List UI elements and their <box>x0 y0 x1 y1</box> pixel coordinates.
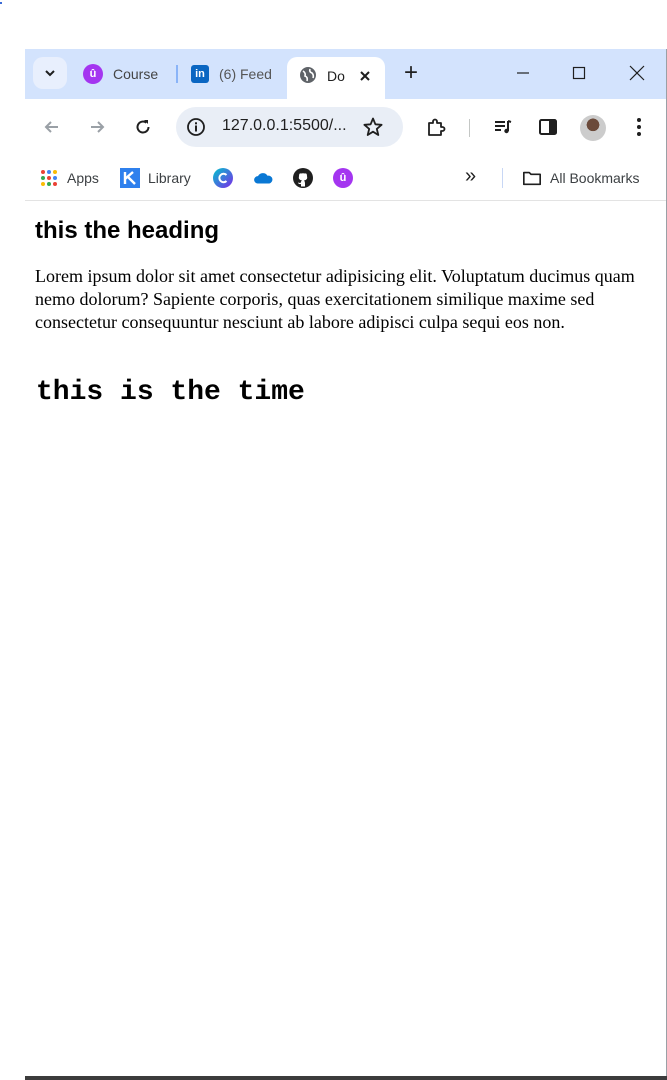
puzzle-icon <box>428 118 446 136</box>
bookmark-canva[interactable] <box>213 167 241 189</box>
library-icon <box>120 168 140 188</box>
tab-active[interactable]: Do <box>287 57 385 99</box>
tab-label: Do <box>327 68 345 84</box>
arrow-left-icon <box>44 121 58 133</box>
time-text: this is the time <box>36 377 305 408</box>
browser-window: û Course in (6) Feed Do + 127.0.0.1:5500… <box>25 49 667 1076</box>
side-panel-icon <box>539 119 557 135</box>
tab-course[interactable]: û Course <box>83 57 163 91</box>
tab-strip: û Course in (6) Feed Do + <box>25 49 666 99</box>
back-button[interactable] <box>38 113 66 141</box>
bookmarks-bar: Apps Library û » All Bookmarks <box>25 155 666 201</box>
bookmark-separator <box>502 168 503 188</box>
page-paragraph: Lorem ipsum dolor sit amet consectetur a… <box>35 266 635 332</box>
reload-button[interactable] <box>129 113 157 141</box>
more-vert-icon <box>637 118 641 136</box>
side-panel-button[interactable] <box>534 113 562 141</box>
extensions-button[interactable] <box>422 113 450 141</box>
udemy-icon: û <box>333 168 353 188</box>
bookmark-label: All Bookmarks <box>550 170 640 186</box>
new-tab-button[interactable]: + <box>391 59 431 87</box>
github-icon <box>293 168 313 188</box>
menu-button[interactable] <box>625 113 653 141</box>
arrow-right-icon <box>91 121 105 133</box>
chevron-down-icon <box>45 70 55 77</box>
profile-avatar[interactable] <box>580 115 606 141</box>
folder-icon <box>522 168 542 188</box>
corner-artifact <box>0 2 2 4</box>
url-text[interactable]: 127.0.0.1:5500/... <box>222 117 347 135</box>
bookmark-label: Library <box>148 170 191 186</box>
bookmarks-overflow-button[interactable]: » <box>465 165 476 187</box>
close-window-button[interactable] <box>617 59 657 87</box>
tab-search-button[interactable] <box>33 57 67 89</box>
minimize-icon <box>517 72 529 74</box>
close-icon[interactable] <box>357 68 373 84</box>
bookmark-apps[interactable]: Apps <box>39 167 99 189</box>
linkedin-icon: in <box>191 65 209 83</box>
tab-separator <box>176 65 178 83</box>
bookmark-label: Apps <box>67 170 99 186</box>
playlist-icon <box>495 120 512 134</box>
maximize-button[interactable] <box>559 59 599 87</box>
bookmark-library[interactable]: Library <box>120 167 191 189</box>
tab-label: Course <box>113 66 159 82</box>
forward-button[interactable] <box>83 113 111 141</box>
close-icon <box>629 65 645 81</box>
bookmark-github[interactable] <box>293 167 321 189</box>
udemy-icon: û <box>83 64 103 84</box>
all-bookmarks-button[interactable]: All Bookmarks <box>522 167 639 189</box>
apps-grid-icon <box>39 168 59 188</box>
double-chevron-icon: » <box>465 164 477 187</box>
taskbar-edge <box>25 1076 667 1080</box>
page-heading: this the heading <box>35 217 220 244</box>
media-button[interactable] <box>489 113 517 141</box>
tab-label: (6) Feed <box>219 66 271 82</box>
tab-linkedin[interactable]: in (6) Feed <box>191 57 271 91</box>
maximize-icon <box>572 66 586 80</box>
address-bar[interactable]: 127.0.0.1:5500/... <box>176 107 403 147</box>
globe-icon <box>300 67 316 83</box>
reload-icon <box>136 120 150 134</box>
bookmark-udemy[interactable]: û <box>333 167 361 189</box>
info-icon[interactable] <box>186 117 206 137</box>
toolbar-separator <box>469 119 470 137</box>
bookmark-onedrive[interactable] <box>253 167 281 189</box>
toolbar: 127.0.0.1:5500/... <box>25 99 666 155</box>
star-icon[interactable] <box>362 116 384 138</box>
onedrive-icon <box>253 168 273 188</box>
minimize-button[interactable] <box>503 59 543 87</box>
canva-icon <box>213 168 233 188</box>
plus-icon: + <box>403 59 418 86</box>
